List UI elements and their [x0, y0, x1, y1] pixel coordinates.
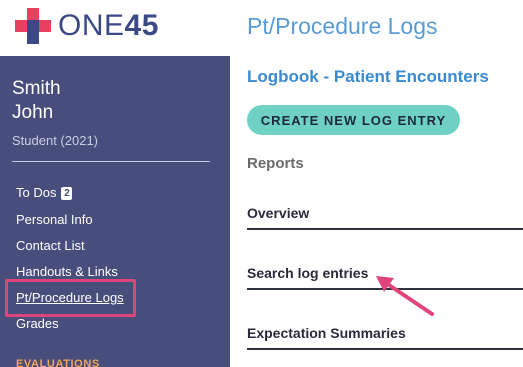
sidebar-item-grades[interactable]: Grades [16, 316, 59, 332]
logo-text-light: ONE [58, 9, 125, 42]
report-divider [247, 348, 523, 350]
report-link-overview[interactable]: Overview [247, 205, 309, 221]
user-last-name: Smith [12, 78, 61, 99]
logo-text-bold: 45 [124, 9, 159, 42]
sidebar-item-contact-list[interactable]: Contact List [16, 238, 85, 254]
pointer-arrow-icon [376, 276, 434, 316]
medical-cross-icon [15, 8, 51, 44]
sidebar-item-to-dos[interactable]: To Dos 2 [16, 185, 73, 201]
sidebar-section-evaluations: EVALUATIONS [16, 358, 100, 367]
sidebar: Smith John Student (2021) To Dos 2 Person… [0, 56, 230, 367]
report-link-search-log-entries[interactable]: Search log entries [247, 265, 368, 281]
page-title: Pt/Procedure Logs [247, 13, 438, 39]
sidebar-divider [12, 161, 210, 162]
report-divider [247, 228, 523, 230]
sidebar-item-pt-procedure-logs[interactable]: Pt/Procedure Logs [16, 290, 124, 306]
sidebar-item-handouts-links[interactable]: Handouts & Links [16, 264, 118, 280]
todo-count-badge: 2 [61, 187, 73, 200]
user-first-name: John [12, 102, 54, 123]
create-new-log-entry-button[interactable]: CREATE NEW LOG ENTRY [247, 105, 460, 135]
logo-bar: ONE45 [0, 0, 230, 56]
logbook-title[interactable]: Logbook - Patient Encounters [247, 67, 489, 87]
sidebar-item-label: To Dos [16, 185, 57, 200]
reports-heading: Reports [247, 155, 304, 172]
sidebar-item-personal-info[interactable]: Personal Info [16, 212, 93, 228]
logo-wordmark[interactable]: ONE45 [58, 9, 159, 43]
user-role: Student (2021) [12, 133, 99, 148]
